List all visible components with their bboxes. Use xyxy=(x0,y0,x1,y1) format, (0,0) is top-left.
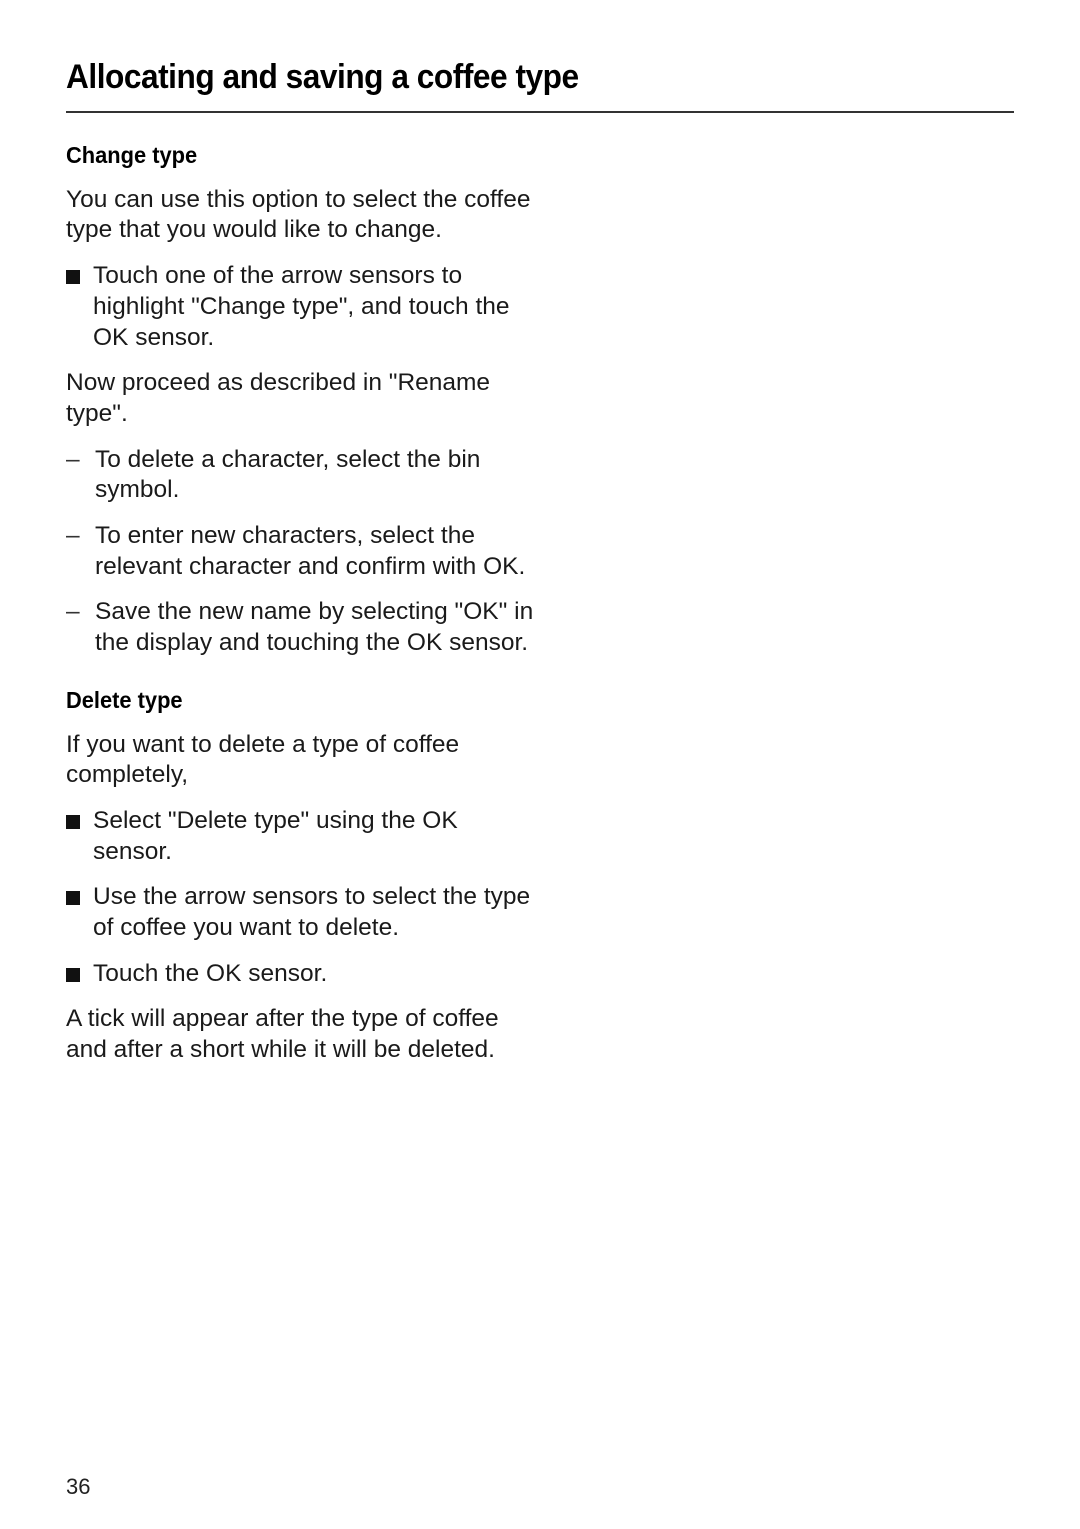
page-title: Allocating and saving a coffee type xyxy=(66,58,579,96)
substep-item: – Save the new name by selecting "OK" in… xyxy=(66,597,536,658)
paragraph: You can use this option to select the co… xyxy=(66,185,531,244)
paragraph: Now proceed as described in "Rename type… xyxy=(66,369,491,427)
paragraph: If you want to delete a type of coffee c… xyxy=(66,730,460,789)
step-item: Select "Delete type" using the OK sensor… xyxy=(66,806,536,867)
step-text: Touch one of the arrow sensors to highli… xyxy=(93,262,510,351)
step-text: Use the arrow sensors to select the type… xyxy=(93,883,531,942)
square-bullet-icon xyxy=(66,891,80,906)
section-change-type: Change type You can use this option to s… xyxy=(66,140,536,659)
substep-text: To delete a character, select the bin sy… xyxy=(95,445,481,504)
step-item: Use the arrow sensors to select the type… xyxy=(66,882,536,943)
paragraph: A tick will appear after the type of cof… xyxy=(66,1005,499,1064)
section-heading: Delete type xyxy=(66,686,183,713)
content-column: Change type You can use this option to s… xyxy=(66,140,536,1081)
substep-item: – To delete a character, select the bin … xyxy=(66,445,536,506)
substep-text: To enter new characters, select the rele… xyxy=(95,522,526,580)
square-bullet-icon xyxy=(66,814,80,829)
square-bullet-icon xyxy=(66,270,80,285)
page-number: 36 xyxy=(66,1474,91,1499)
step-text: Touch the OK sensor. xyxy=(93,959,328,987)
step-item: Touch the OK sensor. xyxy=(66,959,536,990)
dash-icon: – xyxy=(66,522,80,550)
square-bullet-icon xyxy=(66,967,80,982)
dash-icon: – xyxy=(66,445,80,473)
title-divider xyxy=(66,111,1014,113)
substep-text: Save the new name by selecting "OK" in t… xyxy=(95,598,534,657)
section-heading: Change type xyxy=(66,142,198,168)
dash-icon: – xyxy=(66,598,80,626)
section-delete-type: Delete type If you want to delete a type… xyxy=(66,685,536,1066)
step-text: Select "Delete type" using the OK sensor… xyxy=(93,806,458,865)
substep-item: – To enter new characters, select the re… xyxy=(66,521,536,582)
step-item: Touch one of the arrow sensors to highli… xyxy=(66,261,536,353)
